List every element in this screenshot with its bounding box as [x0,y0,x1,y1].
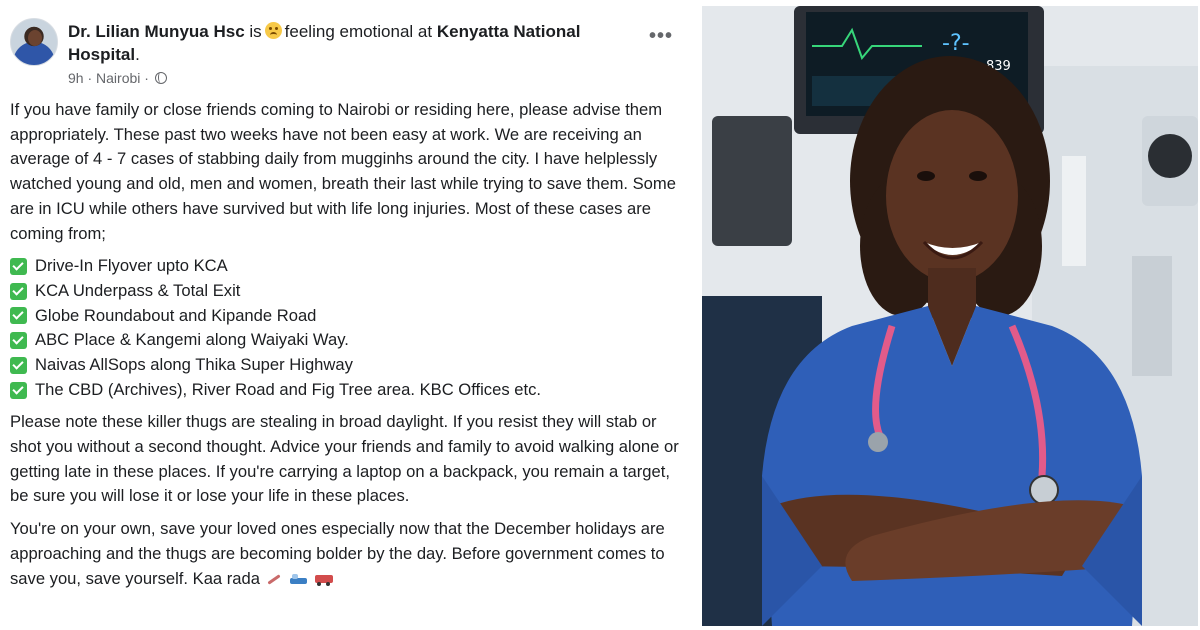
hospital-bed-icon [289,572,307,586]
check-mark-icon [10,282,27,300]
list-item: Drive-In Flyover upto KCA [10,254,686,279]
list-item: The CBD (Archives), River Road and Fig T… [10,378,686,403]
sad-face-icon [264,22,282,39]
list-item-label: Naivas AllSops along Thika Super Highway [35,354,353,374]
feeling-prefix: is [249,22,262,41]
post-place: Nairobi [96,70,141,86]
author-line: Dr. Lilian Munyua Hsc is feeling emotiona… [68,20,628,66]
list-item-label: The CBD (Archives), River Road and Fig T… [35,379,541,399]
list-item-label: Globe Roundabout and Kipande Road [35,305,317,325]
more-options-button[interactable]: ••• [646,26,676,50]
list-item: Globe Roundabout and Kipande Road [10,304,686,329]
meta-separator-2: · [144,70,149,86]
check-mark-icon [10,381,27,399]
facebook-post: Dr. Lilian Munyua Hsc is feeling emotiona… [0,0,694,630]
post-paragraph-3-wrapper: You're on your own, save your loved ones… [10,517,686,591]
list-item-label: ABC Place & Kangemi along Waiyaki Way. [35,330,349,350]
meta-separator: · [87,70,93,86]
post-meta: 9h · Nairobi · [68,70,167,86]
list-item-label: KCA Underpass & Total Exit [35,280,241,300]
post-paragraph-2: Please note these killer thugs are steal… [10,412,679,506]
check-mark-icon [10,356,27,374]
globe-icon[interactable] [154,72,167,84]
author-avatar[interactable] [10,18,58,66]
list-item: Naivas AllSops along Thika Super Highway [10,353,686,378]
feeling-text: feeling emotional at [284,22,433,41]
location-suffix: . [135,45,140,64]
post-time[interactable]: 9h [68,70,84,86]
check-mark-icon [10,332,27,350]
post-body: If you have family or close friends comi… [10,98,686,599]
nurse-illustration: -?- 839 [702,6,1198,626]
location-list: Drive-In Flyover upto KCA KCA Underpass … [10,254,686,402]
ambulance-icon [314,572,333,586]
post-paragraph-1: If you have family or close friends comi… [10,100,676,243]
post-header: Dr. Lilian Munyua Hsc is feeling emotiona… [8,14,688,92]
check-mark-icon [10,258,27,276]
author-name[interactable]: Dr. Lilian Munyua Hsc [68,22,245,41]
check-mark-icon [10,307,27,325]
list-item: ABC Place & Kangemi along Waiyaki Way. [10,328,686,353]
post-paragraph-3: You're on your own, save your loved ones… [10,519,665,588]
trailing-emojis [266,572,333,586]
syringe-icon [266,572,282,586]
list-item: KCA Underpass & Total Exit [10,279,686,304]
nurse-photo: -?- 839 [702,6,1198,626]
monitor-reading-1: -?- [942,31,970,56]
list-item-label: Drive-In Flyover upto KCA [35,256,228,276]
